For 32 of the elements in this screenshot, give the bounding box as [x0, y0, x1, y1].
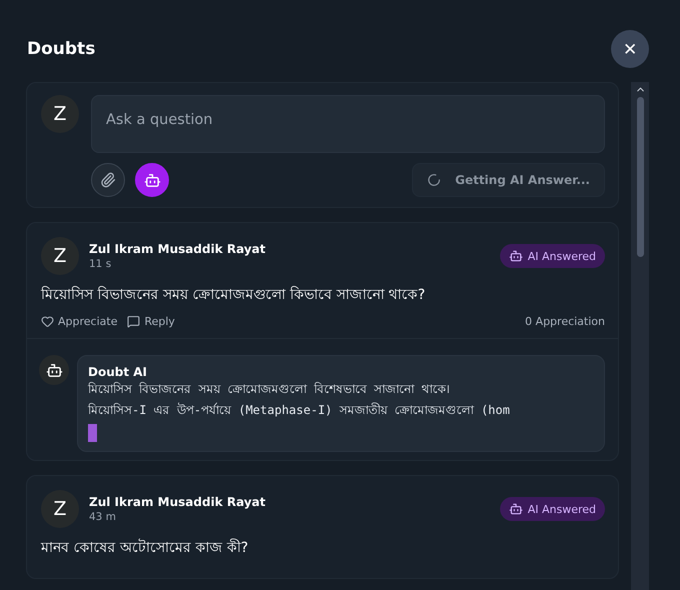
- question-text: মানব কোষের অটোসোমের কাজ কী?: [41, 538, 250, 558]
- ai-toggle-button[interactable]: [135, 163, 169, 197]
- post-time: 11 s: [89, 258, 112, 270]
- robot-icon: [144, 172, 160, 188]
- ai-answered-badge: AI Answered: [500, 497, 605, 521]
- author-name: Zul Ikram Musaddik Rayat: [89, 495, 266, 509]
- scrollbar[interactable]: [631, 82, 649, 590]
- paperclip-icon: [100, 172, 116, 188]
- heart-icon: [41, 315, 54, 328]
- robot-icon: [508, 502, 523, 516]
- dialog-title: Doubts: [27, 39, 96, 59]
- appreciate-button[interactable]: Appreciate: [41, 315, 118, 328]
- ai-answered-badge: AI Answered: [500, 244, 605, 268]
- ai-answer-text: মিয়োসিস বিভাজনের সময় ক্রোমোজমগুলো বিশেষভাবে সাজানো থাকে।: [88, 381, 450, 398]
- robot-icon: [508, 249, 523, 263]
- robot-icon: [46, 362, 62, 378]
- author-name: Zul Ikram Musaddik Rayat: [89, 242, 266, 256]
- spinner-icon: [427, 171, 442, 189]
- reply-button[interactable]: Reply: [127, 315, 175, 328]
- speech-bubble-icon: [127, 315, 140, 328]
- appreciation-count: 0 Appreciation: [525, 315, 605, 328]
- user-avatar: Z: [41, 95, 79, 133]
- ai-answer-text: মিয়োসিস-I এর উপ-পর্যায়ে (Metaphase-I) সমজাতীয় ক্রোমোজমগুলো (hom: [88, 402, 511, 419]
- user-avatar: Z: [41, 490, 79, 528]
- question-input[interactable]: Ask a question: [91, 95, 605, 153]
- post-time: 43 m: [89, 511, 117, 523]
- close-button[interactable]: ✕: [611, 30, 649, 68]
- submit-button[interactable]: Getting AI Answer...: [412, 163, 605, 197]
- question-text: মিয়োসিস বিভাজনের সময় ক্রোমোজমগুলো কিভাবে সাজানো থাকে?: [41, 285, 426, 305]
- user-avatar: Z: [41, 237, 79, 275]
- attach-button[interactable]: [91, 163, 125, 197]
- ai-name: Doubt AI: [88, 365, 148, 379]
